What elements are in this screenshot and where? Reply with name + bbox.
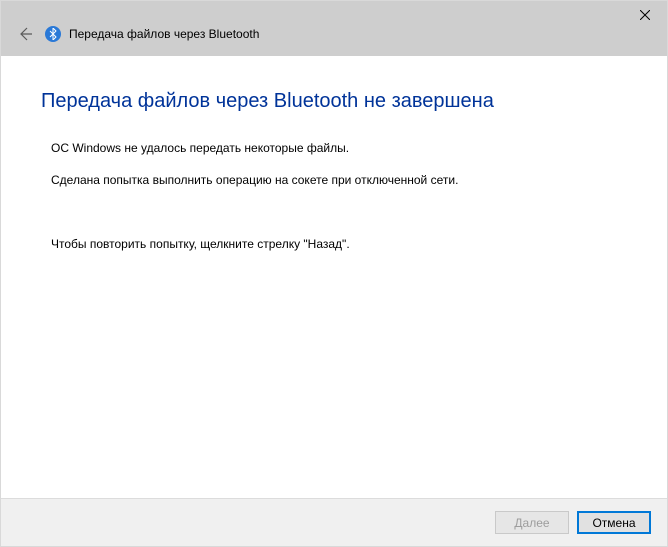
error-message-2: Сделана попытка выполнить операцию на со…	[51, 173, 627, 187]
retry-instruction: Чтобы повторить попытку, щелкните стрелк…	[51, 237, 627, 251]
window-title: Передача файлов через Bluetooth	[69, 27, 259, 41]
error-message-1: ОС Windows не удалось передать некоторые…	[51, 141, 627, 155]
close-button[interactable]	[622, 1, 667, 29]
cancel-button[interactable]: Отмена	[577, 511, 651, 534]
next-button: Далее	[495, 511, 569, 534]
message-body: ОС Windows не удалось передать некоторые…	[41, 141, 627, 251]
back-arrow-icon	[17, 26, 33, 42]
back-button[interactable]	[15, 24, 35, 44]
page-heading: Передача файлов через Bluetooth не завер…	[41, 90, 627, 113]
bluetooth-icon	[45, 26, 61, 42]
dialog-window: Передача файлов через Bluetooth Передача…	[0, 0, 668, 547]
titlebar: Передача файлов через Bluetooth	[1, 1, 667, 56]
footer-bar: Далее Отмена	[1, 498, 667, 546]
close-icon	[640, 10, 650, 20]
content-area: Передача файлов через Bluetooth не завер…	[1, 56, 667, 498]
